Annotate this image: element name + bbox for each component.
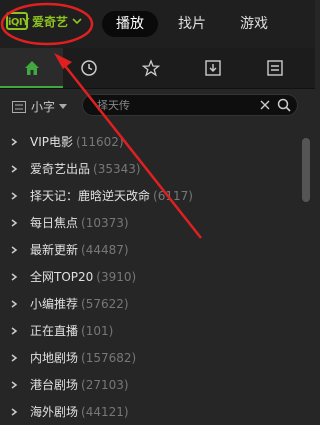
list-item[interactable]: 内地剧场 (157682) bbox=[0, 344, 300, 371]
tab-games[interactable]: 游戏 bbox=[234, 11, 274, 37]
chevron-right-icon bbox=[11, 380, 18, 389]
chevron-right-icon bbox=[11, 299, 18, 308]
caret-down-icon bbox=[59, 103, 68, 109]
chevron-down-icon bbox=[72, 18, 82, 25]
list-item-count: (35343) bbox=[93, 161, 141, 176]
list-item[interactable]: 小编推荐 (57622) bbox=[0, 290, 300, 317]
tab-home[interactable] bbox=[0, 48, 63, 88]
list-item-count: (10373) bbox=[81, 215, 129, 230]
list-item[interactable]: 正在直播 (101) bbox=[0, 317, 300, 344]
list-item-count: (11602) bbox=[76, 134, 124, 149]
chevron-right-icon bbox=[11, 272, 18, 281]
scrollbar[interactable] bbox=[302, 138, 310, 202]
top-bar: iQIY 爱奇艺 播放 找片 游戏 bbox=[0, 0, 315, 48]
list-item-label: 择天记：鹿晗逆天改命 bbox=[30, 189, 151, 203]
list-item[interactable]: VIP电影 (11602) bbox=[0, 128, 300, 155]
chevron-right-icon bbox=[11, 326, 18, 335]
chevron-right-icon bbox=[11, 353, 18, 362]
font-size-label: 小字 bbox=[31, 100, 56, 114]
list-item-label: 全网TOP20 bbox=[30, 270, 94, 284]
tab-downloads[interactable] bbox=[181, 48, 244, 88]
list-item-count: (157682) bbox=[81, 350, 137, 365]
download-icon bbox=[204, 60, 221, 76]
tab-favorites[interactable] bbox=[119, 48, 182, 88]
search-input[interactable] bbox=[97, 97, 257, 113]
filter-bar: 小字 bbox=[0, 89, 315, 123]
chevron-right-icon bbox=[11, 218, 18, 227]
list-item[interactable]: 港台剧场 (27103) bbox=[0, 371, 300, 398]
tab-playlist[interactable] bbox=[243, 48, 306, 88]
list-item-label: 爱奇艺出品 bbox=[30, 162, 91, 176]
list-item-label: 正在直播 bbox=[30, 324, 79, 338]
brand-name: 爱奇艺 bbox=[32, 14, 69, 29]
list-item-label: 港台剧场 bbox=[30, 378, 79, 392]
chevron-right-icon bbox=[11, 245, 18, 254]
list-item-label: 最新更新 bbox=[30, 243, 79, 257]
list-item-label: 每日焦点 bbox=[30, 216, 79, 230]
search-icon[interactable] bbox=[277, 98, 291, 112]
list-item-label: 内地剧场 bbox=[30, 351, 79, 365]
chevron-right-icon bbox=[11, 164, 18, 173]
list-item[interactable]: 每日焦点 (10373) bbox=[0, 209, 300, 236]
list-item-label: 小编推荐 bbox=[30, 297, 79, 311]
list-item[interactable]: 最新更新 (44487) bbox=[0, 236, 300, 263]
chevron-right-icon bbox=[11, 137, 18, 146]
channel-list: VIP电影 (11602) 爱奇艺出品 (35343) 择天记：鹿晗逆天改命 (6117)… bbox=[0, 128, 300, 425]
list-item-count: (3910) bbox=[96, 269, 137, 284]
chevron-right-icon bbox=[11, 191, 18, 200]
tab-play[interactable]: 播放 bbox=[102, 11, 158, 37]
list-item[interactable]: 爱奇艺出品 (35343) bbox=[0, 155, 300, 182]
list-item-count: (101) bbox=[81, 323, 114, 338]
tab-history[interactable] bbox=[57, 48, 120, 88]
list-item-label: VIP电影 bbox=[30, 135, 73, 149]
icon-tab-bar bbox=[0, 48, 315, 89]
list-icon bbox=[266, 60, 283, 76]
tab-find-movies[interactable]: 找片 bbox=[172, 11, 212, 37]
search-box[interactable] bbox=[82, 94, 298, 116]
list-item[interactable]: 海外剧场 (44121) bbox=[0, 398, 300, 425]
home-icon bbox=[24, 61, 39, 75]
clear-icon[interactable] bbox=[260, 100, 270, 110]
list-item[interactable]: 全网TOP20 (3910) bbox=[0, 263, 300, 290]
clock-icon bbox=[80, 60, 97, 76]
list-item-count: (44487) bbox=[81, 242, 129, 257]
list-item-count: (27103) bbox=[81, 377, 129, 392]
font-size-select[interactable]: 小字 bbox=[12, 98, 68, 115]
iqiyi-logo-icon: iQIY bbox=[6, 12, 29, 30]
app-logo-menu[interactable]: iQIY 爱奇艺 bbox=[6, 12, 82, 30]
grid-icon bbox=[12, 100, 26, 113]
list-item-count: (6117) bbox=[153, 188, 193, 203]
list-item[interactable]: 择天记：鹿晗逆天改命 (6117) bbox=[0, 182, 300, 209]
list-item-label: 海外剧场 bbox=[30, 405, 79, 419]
list-item-count: (44121) bbox=[81, 404, 129, 419]
list-item-count: (57622) bbox=[81, 296, 129, 311]
chevron-right-icon bbox=[11, 407, 18, 416]
star-icon bbox=[141, 59, 160, 77]
